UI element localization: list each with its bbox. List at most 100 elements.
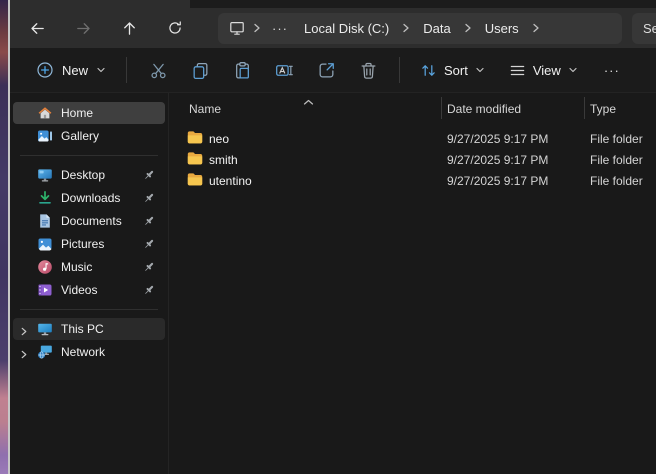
trash-icon	[359, 61, 378, 80]
column-header-date-modified[interactable]: Date modified	[447, 102, 521, 116]
music-icon	[37, 259, 53, 275]
active-tab-remnant	[10, 0, 190, 8]
pin-icon[interactable]	[142, 168, 156, 185]
sidebar-item-music[interactable]: Music	[13, 256, 165, 278]
cut-button[interactable]	[137, 53, 179, 87]
file-name: smith	[209, 153, 238, 167]
file-row-neo[interactable]: neo 9/27/2025 9:17 PM File folder	[169, 128, 656, 149]
sidebar-item-label: Desktop	[61, 168, 105, 182]
sidebar-item-label: Pictures	[61, 237, 104, 251]
up-arrow-icon	[121, 20, 138, 37]
chevron-right-icon[interactable]	[20, 348, 28, 362]
pin-icon[interactable]	[142, 237, 156, 254]
sidebar-item-gallery[interactable]: Gallery	[13, 125, 165, 147]
sort-button[interactable]: Sort	[410, 56, 495, 85]
this-pc-icon	[37, 321, 53, 337]
file-row-smith[interactable]: smith 9/27/2025 9:17 PM File folder	[169, 149, 656, 170]
column-resize-handle[interactable]	[584, 97, 585, 119]
rename-button[interactable]	[263, 53, 305, 87]
explorer-body: Home Gallery Desktop	[10, 93, 656, 474]
sidebar-item-label: Downloads	[61, 191, 120, 205]
breadcrumb-drive[interactable]: Local Disk (C:)	[296, 18, 397, 39]
file-row-utentino[interactable]: utentino 9/27/2025 9:17 PM File folder	[169, 170, 656, 191]
sidebar-divider	[20, 309, 158, 310]
breadcrumb-overflow-button[interactable]: ···	[266, 21, 294, 36]
toolbar-divider	[399, 57, 400, 83]
more-options-button[interactable]: ···	[592, 57, 632, 84]
new-button-label: New	[62, 63, 88, 78]
plus-circle-icon	[36, 61, 54, 79]
back-button[interactable]	[20, 12, 54, 44]
folder-icon	[187, 152, 203, 168]
explorer-window: ··· Local Disk (C:) Data Users Se	[10, 0, 656, 474]
command-bar: New S	[10, 48, 656, 93]
file-list: Name Date modified Type neo 9/27/2025 9:…	[169, 93, 656, 474]
pin-icon[interactable]	[142, 214, 156, 231]
chevron-down-icon	[568, 66, 578, 74]
breadcrumb-chevron-icon	[461, 23, 475, 33]
sidebar-item-label: Network	[61, 345, 105, 359]
share-icon	[317, 61, 336, 80]
view-button-label: View	[533, 63, 561, 78]
copy-button[interactable]	[179, 53, 221, 87]
up-button[interactable]	[112, 12, 146, 44]
forward-icon	[75, 20, 92, 37]
sidebar-item-documents[interactable]: Documents	[13, 210, 165, 232]
folder-icon	[187, 173, 203, 189]
breadcrumb-data[interactable]: Data	[415, 18, 458, 39]
sidebar: Home Gallery Desktop	[10, 93, 168, 474]
home-icon	[37, 105, 53, 121]
paste-icon	[233, 61, 252, 80]
sidebar-item-pictures[interactable]: Pictures	[13, 233, 165, 255]
desktop-icon	[37, 167, 53, 183]
chevron-right-icon[interactable]	[20, 325, 28, 339]
chevron-down-icon	[475, 66, 485, 74]
sidebar-item-desktop[interactable]: Desktop	[13, 164, 165, 186]
sidebar-item-label: This PC	[61, 322, 104, 336]
address-bar[interactable]: ··· Local Disk (C:) Data Users	[218, 13, 622, 44]
forward-button[interactable]	[66, 12, 100, 44]
column-resize-handle[interactable]	[441, 97, 442, 119]
pictures-icon	[37, 236, 53, 252]
breadcrumb-users[interactable]: Users	[477, 18, 527, 39]
file-date-modified: 9/27/2025 9:17 PM	[447, 153, 548, 167]
view-button[interactable]: View	[499, 56, 588, 85]
breadcrumb-chevron-icon	[399, 23, 413, 33]
share-button[interactable]	[305, 53, 347, 87]
sidebar-item-label: Videos	[61, 283, 97, 297]
rename-icon	[275, 61, 294, 80]
this-pc-icon[interactable]	[226, 20, 248, 36]
network-icon	[37, 344, 53, 360]
sidebar-item-label: Home	[61, 106, 93, 120]
sort-icon	[420, 62, 437, 79]
paste-button[interactable]	[221, 53, 263, 87]
downloads-icon	[37, 190, 53, 206]
sidebar-divider	[20, 155, 158, 156]
sidebar-item-network[interactable]: Network	[13, 341, 165, 363]
search-input[interactable]: Se	[632, 13, 656, 44]
toolbar-divider	[126, 57, 127, 83]
new-button[interactable]: New	[26, 55, 116, 85]
column-header-type[interactable]: Type	[590, 102, 616, 116]
pin-icon[interactable]	[142, 260, 156, 277]
sort-ascending-icon	[303, 95, 314, 109]
view-icon	[509, 62, 526, 79]
sidebar-item-downloads[interactable]: Downloads	[13, 187, 165, 209]
refresh-button[interactable]	[158, 12, 192, 44]
desktop-wallpaper-sliver	[0, 0, 8, 474]
file-date-modified: 9/27/2025 9:17 PM	[447, 174, 548, 188]
file-name: neo	[209, 132, 229, 146]
breadcrumb-chevron-icon	[529, 23, 543, 33]
delete-button[interactable]	[347, 53, 389, 87]
pin-icon[interactable]	[142, 283, 156, 300]
pin-icon[interactable]	[142, 191, 156, 208]
sidebar-item-videos[interactable]: Videos	[13, 279, 165, 301]
sidebar-item-home[interactable]: Home	[13, 102, 165, 124]
sidebar-item-this-pc[interactable]: This PC	[13, 318, 165, 340]
documents-icon	[37, 213, 53, 229]
sidebar-item-label: Gallery	[61, 129, 99, 143]
column-header-name[interactable]: Name	[189, 102, 221, 116]
sort-button-label: Sort	[444, 63, 468, 78]
titlebar-background	[190, 0, 656, 8]
navigation-bar: ··· Local Disk (C:) Data Users Se	[10, 8, 656, 48]
